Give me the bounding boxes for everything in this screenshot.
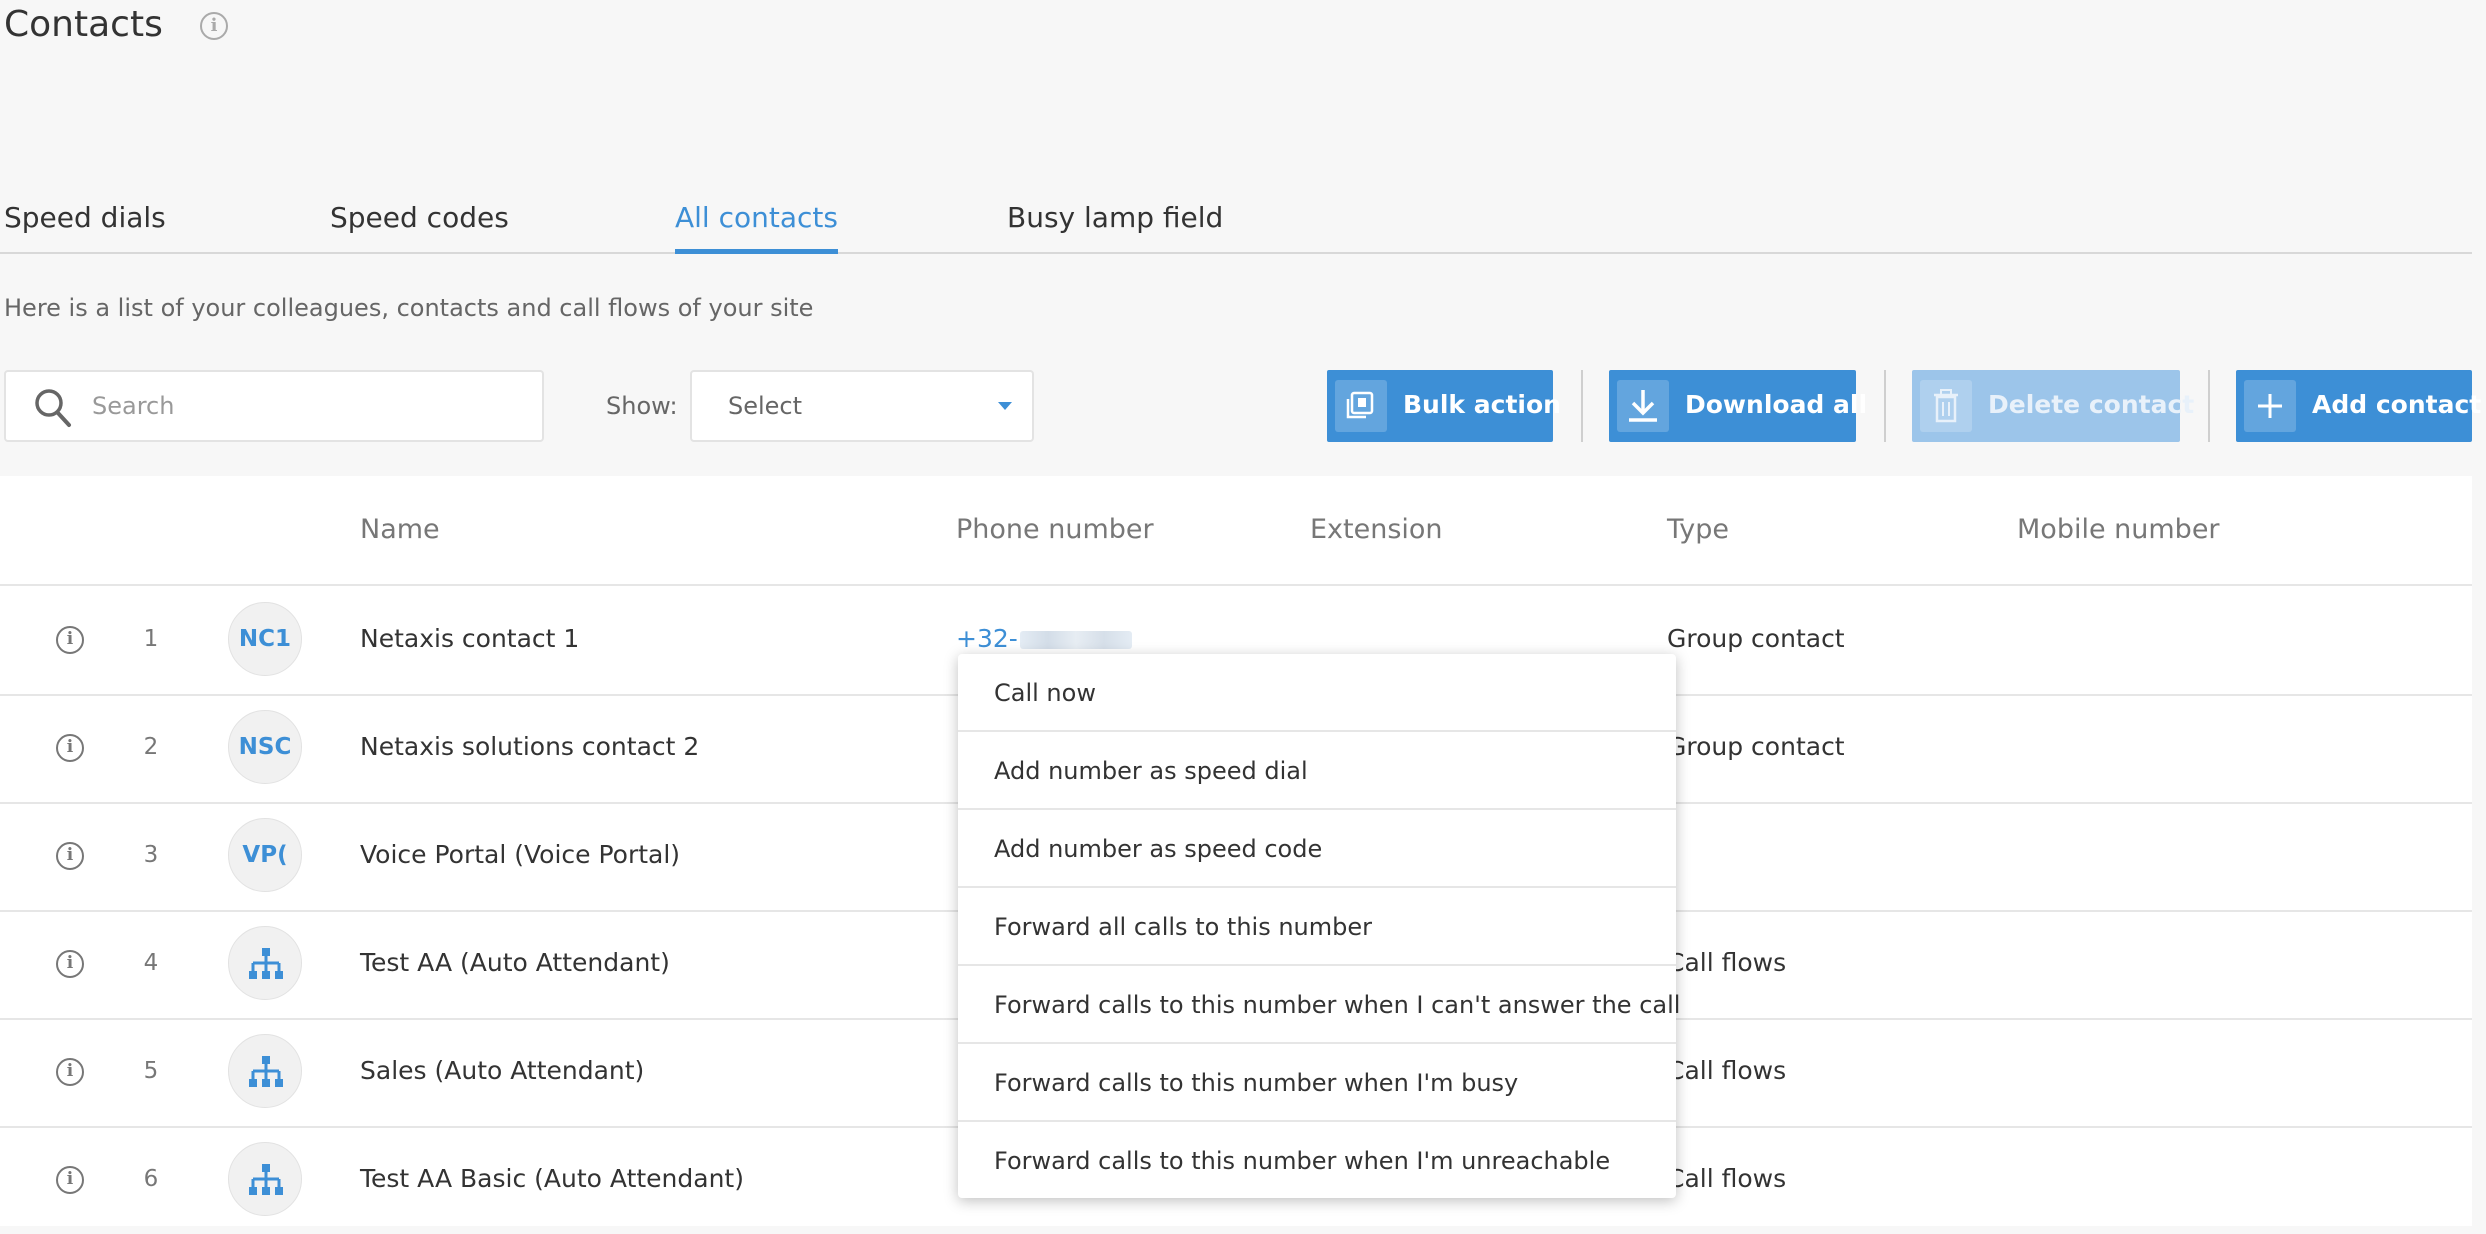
column-header-type[interactable]: Type [1667, 514, 1729, 545]
avatar [228, 1142, 302, 1216]
column-header-mobile[interactable]: Mobile number [2017, 514, 2220, 545]
tab-all-contacts[interactable]: All contacts [675, 190, 838, 254]
hierarchy-icon [249, 948, 283, 979]
contact-type: Call flows [1667, 1164, 1787, 1193]
menu-item-forward-busy[interactable]: Forward calls to this number when I'm bu… [958, 1044, 1676, 1122]
page-title: Contacts [4, 4, 163, 45]
column-header-name[interactable]: Name [360, 514, 440, 545]
info-icon[interactable]: i [200, 12, 228, 40]
contact-name: Sales (Auto Attendant) [360, 1056, 645, 1085]
phone-context-menu: Call now Add number as speed dial Add nu… [958, 654, 1680, 1200]
show-select-value: Select [728, 392, 803, 420]
info-icon[interactable]: i [56, 626, 84, 654]
hierarchy-icon [249, 1164, 283, 1195]
contact-name: Voice Portal (Voice Portal) [360, 840, 681, 869]
avatar [228, 926, 302, 1000]
row-number: 5 [143, 1058, 159, 1084]
show-select[interactable]: Select [690, 370, 1034, 442]
avatar [228, 1034, 302, 1108]
row-number: 1 [143, 626, 159, 652]
menu-item-forward-no-answer[interactable]: Forward calls to this number when I can'… [958, 966, 1680, 1044]
tab-speed-codes[interactable]: Speed codes [330, 190, 509, 254]
info-icon[interactable]: i [56, 842, 84, 870]
page-subtitle: Here is a list of your colleagues, conta… [4, 294, 814, 322]
menu-item-add-speed-dial[interactable]: Add number as speed dial [958, 732, 1676, 810]
download-all-label: Download all [1685, 390, 1868, 419]
caret-down-icon [998, 402, 1012, 410]
contact-name: Test AA Basic (Auto Attendant) [360, 1164, 744, 1193]
contact-type: Group contact [1667, 732, 1845, 761]
info-icon[interactable]: i [56, 1166, 84, 1194]
bulk-icon [1335, 380, 1387, 432]
row-number: 4 [143, 950, 159, 976]
search-input[interactable] [90, 372, 530, 440]
phone-number-link[interactable]: +32- [956, 624, 1132, 653]
info-icon[interactable]: i [56, 950, 84, 978]
trash-icon [1920, 380, 1972, 432]
bulk-action-label: Bulk action [1403, 390, 1561, 419]
contact-name: Netaxis solutions contact 2 [360, 732, 700, 761]
info-icon[interactable]: i [56, 1058, 84, 1086]
contact-type: Call flows [1667, 1056, 1787, 1085]
info-icon[interactable]: i [56, 734, 84, 762]
row-number: 3 [143, 842, 159, 868]
tab-bar: Speed dials Speed codes All contacts Bus… [0, 190, 2472, 254]
bulk-action-button[interactable]: Bulk action [1327, 370, 1561, 442]
avatar: NSC [228, 710, 302, 784]
column-header-extension[interactable]: Extension [1310, 514, 1443, 545]
toolbar-divider [1884, 370, 1886, 442]
download-all-button[interactable]: Download all [1609, 370, 1867, 442]
avatar: VP( [228, 818, 302, 892]
add-contact-label: Add contact [2312, 390, 2482, 419]
menu-item-add-speed-code[interactable]: Add number as speed code [958, 810, 1676, 888]
column-header-phone[interactable]: Phone number [956, 514, 1154, 545]
search-icon [35, 389, 71, 427]
redacted-digits [1019, 631, 1132, 649]
toolbar-divider [2208, 370, 2210, 442]
show-label: Show: [606, 392, 678, 420]
contact-name: Netaxis contact 1 [360, 624, 580, 653]
phone-number-text: +32- [956, 624, 1018, 653]
contact-name: Test AA (Auto Attendant) [360, 948, 670, 977]
avatar: NC1 [228, 602, 302, 676]
delete-contact-label: Delete contact [1988, 390, 2195, 419]
menu-item-call-now[interactable]: Call now [958, 654, 1676, 732]
add-contact-button[interactable]: Add contact [2236, 370, 2481, 442]
plus-icon [2244, 380, 2296, 432]
menu-item-forward-unreachable[interactable]: Forward calls to this number when I'm un… [958, 1122, 1676, 1200]
contact-type: Call flows [1667, 948, 1787, 977]
tab-speed-dials[interactable]: Speed dials [4, 190, 166, 254]
menu-item-forward-all[interactable]: Forward all calls to this number [958, 888, 1676, 966]
search-box [4, 370, 544, 442]
tab-busy-lamp-field[interactable]: Busy lamp field [1007, 190, 1223, 254]
row-number: 2 [143, 734, 159, 760]
hierarchy-icon [249, 1056, 283, 1087]
toolbar-divider [1581, 370, 1583, 442]
delete-contact-button[interactable]: Delete contact [1912, 370, 2194, 442]
contact-type: Group contact [1667, 624, 1845, 653]
row-number: 6 [143, 1166, 159, 1192]
download-icon [1617, 380, 1669, 432]
